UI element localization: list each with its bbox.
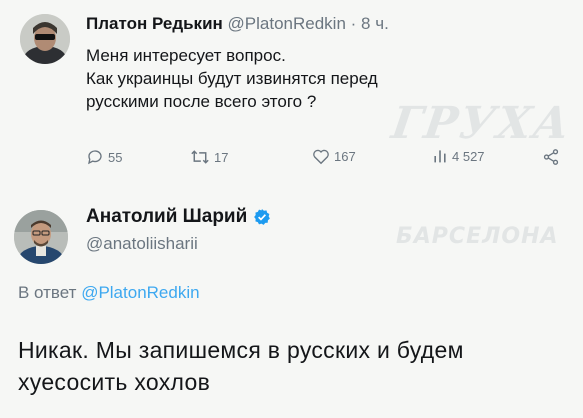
tweet2-line: хуесосить хохлов xyxy=(18,369,211,395)
tweet2-author: Анатолий Шарий xyxy=(86,206,271,228)
views-button[interactable]: 4 527 xyxy=(432,148,485,164)
retweet-count: 17 xyxy=(214,149,229,165)
share-button[interactable] xyxy=(542,148,560,166)
views-icon xyxy=(434,150,446,163)
tweet1-header: Платон Редькин @PlatonRedkin · 8 ч. xyxy=(86,14,389,34)
tweet2-line: Никак. Мы запишемся в русских и будем xyxy=(18,337,464,363)
share-icon xyxy=(543,149,559,165)
tweet1-line: русскими после всего этого ? xyxy=(86,92,317,111)
tweet1-line: Меня интересует вопрос. xyxy=(86,46,286,65)
tweet1-author-handle[interactable]: @PlatonRedkin xyxy=(228,14,346,33)
tweet2-author-handle[interactable]: @anatoliisharii xyxy=(86,234,198,254)
watermark-bottom: БАРСЕЛОНА xyxy=(396,224,559,249)
like-icon xyxy=(313,149,329,165)
reply-prefix: В ответ xyxy=(18,283,77,302)
reply-icon xyxy=(88,150,102,165)
like-count: 167 xyxy=(334,149,356,164)
retweet-button[interactable]: 17 xyxy=(190,148,228,166)
reply-count: 55 xyxy=(108,149,123,165)
views-count: 4 527 xyxy=(452,148,485,164)
avatar-platon[interactable] xyxy=(20,14,70,64)
reply-button[interactable]: 55 xyxy=(86,148,122,166)
verified-badge-icon xyxy=(254,209,271,225)
tweet1-author-name[interactable]: Платон Редькин xyxy=(86,14,223,33)
tweet2-text: Никак. Мы запишемся в русских и будем ху… xyxy=(18,334,568,398)
tweet1-time[interactable]: · 8 ч. xyxy=(351,14,389,33)
avatar-sharii[interactable] xyxy=(14,210,68,264)
retweet-icon xyxy=(191,150,209,164)
like-button[interactable]: 167 xyxy=(312,148,356,165)
screenshot-frame: ГРУХА БАРСЕЛОНА Платон Редькин @PlatonRe… xyxy=(0,0,583,418)
tweet1-line: Как украинцы будут извинятся перед xyxy=(86,69,378,88)
reply-context: В ответ @PlatonRedkin xyxy=(18,283,200,303)
reply-to-handle[interactable]: @PlatonRedkin xyxy=(81,283,199,302)
tweet1-actions: 55 17 167 4 527 xyxy=(86,148,566,170)
tweet2-author-name[interactable]: Анатолий Шарий xyxy=(86,206,247,228)
tweet1-text: Меня интересует вопрос. Как украинцы буд… xyxy=(86,44,546,113)
